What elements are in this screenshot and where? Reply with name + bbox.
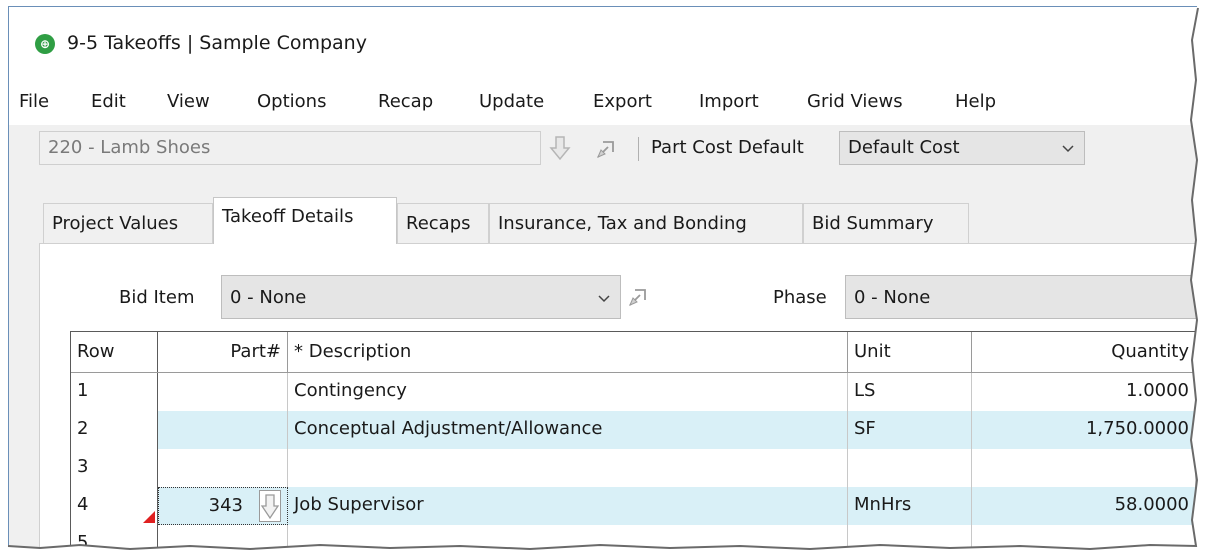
tab-takeoff-details[interactable]: Takeoff Details: [213, 197, 397, 244]
column-header-part[interactable]: Part#: [158, 332, 288, 372]
row-number: 3: [71, 449, 158, 487]
toolbar-separator: [638, 137, 639, 161]
tab-bid-summary[interactable]: Bid Summary: [803, 203, 969, 243]
part-cost-default-value: Default Cost: [848, 137, 960, 158]
part-lookup-button[interactable]: [259, 490, 281, 522]
table-row[interactable]: 5: [71, 525, 1199, 547]
jump-to-icon[interactable]: [595, 138, 617, 160]
quantity-cell[interactable]: [972, 449, 1196, 487]
row-number: 2: [71, 411, 158, 449]
unit-cell[interactable]: MnHrs: [848, 487, 972, 525]
menu-export[interactable]: Export: [593, 91, 652, 112]
chevron-down-icon: [1062, 145, 1074, 153]
column-header-row[interactable]: Row: [71, 332, 158, 372]
part-cell[interactable]: [158, 373, 288, 411]
menu-help[interactable]: Help: [955, 91, 996, 112]
part-cell[interactable]: [158, 525, 288, 547]
column-header-description[interactable]: * Description: [288, 332, 848, 372]
menu-file[interactable]: File: [19, 91, 49, 112]
unit-cell[interactable]: SF: [848, 411, 972, 449]
part-cell[interactable]: [158, 449, 288, 487]
tab-project-values[interactable]: Project Values: [43, 203, 213, 243]
menu-grid-views[interactable]: Grid Views: [807, 91, 903, 112]
column-header-quantity[interactable]: Quantity: [972, 332, 1196, 372]
phase-select[interactable]: 0 - None: [845, 275, 1199, 319]
tab-recaps[interactable]: Recaps: [397, 203, 489, 243]
jump-to-icon[interactable]: [627, 286, 649, 308]
table-row[interactable]: 2 Conceptual Adjustment/Allowance SF 1,7…: [71, 411, 1199, 449]
menu-recap[interactable]: Recap: [378, 91, 433, 112]
app-logo-icon: ⊕: [35, 34, 55, 54]
unit-cell[interactable]: [848, 525, 972, 547]
window-title: 9-5 Takeoffs | Sample Company: [67, 32, 367, 54]
part-cost-default-select[interactable]: Default Cost: [839, 131, 1085, 165]
bid-item-label: Bid Item: [119, 287, 195, 308]
quantity-cell[interactable]: [972, 525, 1196, 547]
takeoff-grid: Row Part# * Description Unit Quantity 1 …: [70, 331, 1199, 547]
app-window: ⊕ 9-5 Takeoffs | Sample Company File Edi…: [8, 6, 1199, 547]
phase-label: Phase: [773, 287, 827, 308]
description-cell[interactable]: Contingency: [288, 373, 848, 411]
table-row[interactable]: 4 343 Job Supervisor MnHrs 58.0000: [71, 487, 1199, 525]
phase-value: 0 - None: [854, 287, 931, 308]
bid-item-select[interactable]: 0 - None: [221, 275, 621, 319]
column-header-unit[interactable]: Unit: [848, 332, 972, 372]
row-number-text: 4: [77, 494, 89, 515]
chevron-down-icon: [598, 295, 610, 303]
row-number: 1: [71, 373, 158, 411]
flag-marker-icon: [143, 511, 155, 523]
project-field[interactable]: 220 - Lamb Shoes: [39, 131, 541, 165]
tab-insurance-tax-bonding[interactable]: Insurance, Tax and Bonding: [489, 203, 803, 243]
quantity-cell[interactable]: 1,750.0000: [972, 411, 1196, 449]
table-row[interactable]: 1 Contingency LS 1.0000: [71, 373, 1199, 411]
menu-update[interactable]: Update: [479, 91, 544, 112]
quantity-cell[interactable]: 1.0000: [972, 373, 1196, 411]
part-cost-default-label: Part Cost Default: [651, 137, 804, 158]
menu-bar: File Edit View Options Recap Update Expo…: [9, 79, 1199, 125]
grid-header: Row Part# * Description Unit Quantity: [71, 332, 1199, 373]
menu-edit[interactable]: Edit: [91, 91, 126, 112]
menu-options[interactable]: Options: [257, 91, 326, 112]
arrow-down-icon[interactable]: [549, 135, 571, 161]
part-cell-focused[interactable]: 343: [158, 487, 288, 525]
unit-cell[interactable]: [848, 449, 972, 487]
description-cell[interactable]: [288, 449, 848, 487]
menu-view[interactable]: View: [167, 91, 210, 112]
row-number: 4: [71, 487, 158, 525]
description-cell[interactable]: Conceptual Adjustment/Allowance: [288, 411, 848, 449]
quantity-cell[interactable]: 58.0000: [972, 487, 1196, 525]
menu-import[interactable]: Import: [699, 91, 759, 112]
arrow-down-icon: [260, 494, 280, 520]
unit-cell[interactable]: LS: [848, 373, 972, 411]
description-cell[interactable]: Job Supervisor: [288, 487, 848, 525]
part-cell[interactable]: [158, 411, 288, 449]
row-number: 5: [71, 525, 158, 547]
bid-item-value: 0 - None: [230, 287, 307, 308]
table-row[interactable]: 3: [71, 449, 1199, 487]
description-cell[interactable]: [288, 525, 848, 547]
part-number: 343: [208, 495, 243, 516]
title-bar: ⊕ 9-5 Takeoffs | Sample Company: [9, 7, 1199, 79]
